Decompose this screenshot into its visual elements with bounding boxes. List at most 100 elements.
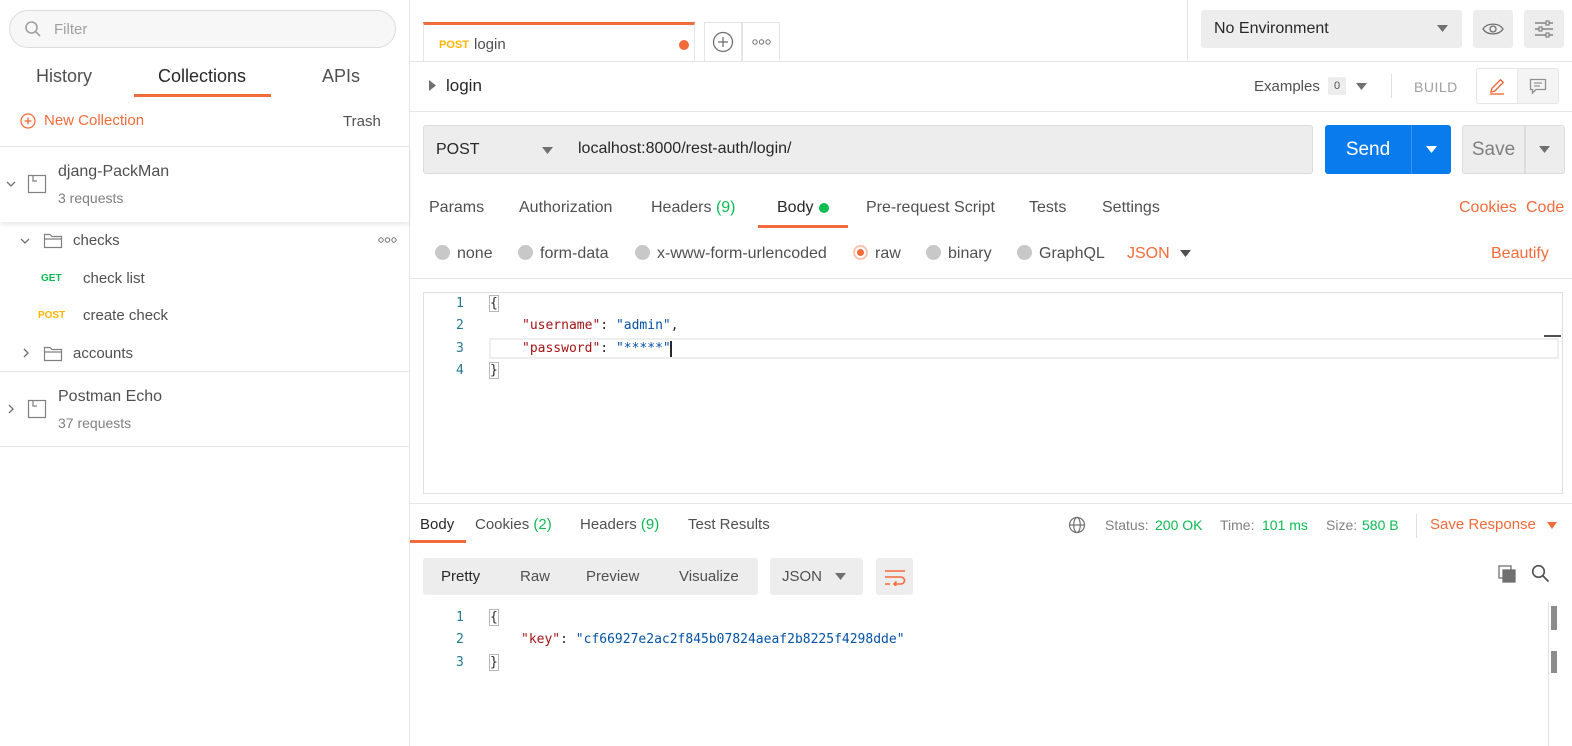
more-options-icon[interactable] — [378, 236, 397, 244]
tab-history[interactable]: History — [36, 66, 92, 87]
view-visualize[interactable]: Visualize — [679, 568, 739, 585]
chevron-down-icon[interactable] — [5, 178, 17, 190]
method-value: POST — [436, 141, 480, 158]
code-link[interactable]: Code — [1526, 199, 1564, 217]
body-indicator-dot — [819, 203, 829, 213]
send-button[interactable]: Send — [1325, 125, 1411, 174]
folder-checks[interactable]: checks — [0, 225, 409, 257]
collection-djang-packman[interactable]: djang-PackMan 3 requests — [0, 147, 409, 222]
divider — [410, 278, 1572, 279]
trash-link[interactable]: Trash — [343, 113, 381, 130]
json-key: "username" — [522, 318, 601, 333]
radio-graphql[interactable] — [1017, 245, 1032, 260]
time-label: Time: — [1220, 517, 1255, 533]
json-punct: , — [670, 318, 679, 333]
scrollbar-thumb[interactable] — [1551, 606, 1557, 630]
response-format-select[interactable]: JSON — [770, 558, 863, 595]
request-item-check-list[interactable]: GET check list — [0, 263, 409, 295]
response-tab-body[interactable]: Body — [420, 516, 454, 533]
beautify-link[interactable]: Beautify — [1491, 245, 1549, 263]
method-select[interactable]: POST — [423, 125, 567, 174]
manage-environments-button[interactable] — [1524, 10, 1564, 48]
tabbar-divider — [410, 61, 1572, 62]
filter-box[interactable] — [9, 10, 396, 48]
view-preview[interactable]: Preview — [586, 568, 639, 585]
build-mode-label[interactable]: BUILD — [1414, 79, 1458, 95]
line-number: 3 — [456, 341, 464, 356]
collection-name: Postman Echo — [58, 388, 163, 405]
json-key: "password" — [522, 341, 601, 356]
request-tab-login[interactable]: POST login — [423, 22, 695, 62]
body-format-select[interactable]: JSON — [1127, 245, 1170, 263]
tab-collections[interactable]: Collections — [158, 66, 246, 87]
tab-prerequest-script[interactable]: Pre-request Script — [866, 199, 995, 217]
method-badge: POST — [38, 310, 66, 321]
radio-binary[interactable] — [926, 245, 941, 260]
headers-count: (9) — [640, 516, 660, 533]
caret-right-icon[interactable] — [429, 80, 436, 91]
json-key: "key" — [521, 632, 561, 647]
code-line: { — [489, 295, 499, 312]
chevron-right-icon[interactable] — [5, 403, 17, 415]
tab-authorization[interactable]: Authorization — [519, 199, 612, 217]
url-bar[interactable] — [566, 125, 1313, 174]
radio-form-data[interactable] — [518, 245, 533, 260]
line-number: 2 — [456, 318, 464, 333]
radio-raw[interactable] — [853, 245, 868, 260]
request-name[interactable]: login — [446, 76, 482, 96]
examples-label[interactable]: Examples — [1254, 78, 1320, 95]
scrollbar-thumb[interactable] — [1551, 651, 1557, 673]
divider — [1187, 0, 1188, 61]
cookies-link[interactable]: Cookies — [1459, 199, 1517, 217]
new-tab-button[interactable] — [704, 22, 742, 62]
environment-quick-look-button[interactable] — [1473, 10, 1513, 48]
folder-accounts[interactable]: accounts — [0, 338, 409, 370]
text-cursor — [670, 341, 672, 357]
search-icon[interactable] — [1531, 564, 1550, 583]
save-options-button[interactable] — [1525, 125, 1565, 174]
tab-tests[interactable]: Tests — [1029, 199, 1066, 217]
sliders-icon — [1534, 20, 1554, 38]
environment-select[interactable]: No Environment — [1201, 10, 1462, 48]
radio-none[interactable] — [435, 245, 450, 260]
new-collection-label: New Collection — [44, 112, 145, 129]
copy-icon[interactable] — [1497, 564, 1517, 584]
caret-down-icon[interactable] — [1547, 522, 1557, 529]
tab-settings[interactable]: Settings — [1102, 199, 1160, 217]
radio-label-binary: binary — [948, 245, 992, 262]
view-pretty[interactable]: Pretty — [441, 568, 480, 585]
caret-down-icon[interactable] — [1180, 250, 1191, 257]
response-tab-cookies[interactable]: Cookies (2) — [475, 516, 552, 533]
tab-apis[interactable]: APIs — [322, 66, 360, 87]
edit-button[interactable] — [1476, 68, 1518, 104]
tab-options-button[interactable] — [742, 22, 780, 62]
tab-body[interactable]: Body — [777, 199, 813, 217]
tab-headers[interactable]: Headers (9) — [651, 199, 736, 217]
caret-down-icon[interactable] — [1356, 83, 1367, 90]
collection-postman-echo[interactable]: Postman Echo 37 requests — [0, 372, 409, 447]
globe-icon[interactable] — [1068, 516, 1086, 534]
response-tab-test-results[interactable]: Test Results — [688, 516, 770, 533]
format-value: JSON — [782, 568, 823, 585]
send-options-button[interactable] — [1411, 125, 1451, 174]
filter-input[interactable] — [54, 19, 374, 39]
line-number: 1 — [456, 296, 464, 311]
wrap-lines-button[interactable] — [876, 558, 913, 595]
response-tab-headers[interactable]: Headers (9) — [580, 516, 659, 533]
new-collection-button[interactable]: New Collection — [20, 112, 144, 129]
search-icon — [24, 20, 42, 38]
radio-x-www-form-urlencoded[interactable] — [635, 245, 650, 260]
view-raw[interactable]: Raw — [520, 568, 550, 585]
comments-button[interactable] — [1517, 68, 1559, 104]
tab-method: POST — [439, 39, 469, 51]
url-input[interactable] — [578, 140, 1278, 158]
chevron-right-icon[interactable] — [20, 347, 32, 359]
caret-down-icon — [1539, 146, 1550, 153]
tab-label: Cookies — [475, 516, 530, 533]
request-item-create-check[interactable]: POST create check — [0, 300, 409, 332]
save-button[interactable]: Save — [1462, 125, 1525, 174]
tab-params[interactable]: Params — [429, 199, 484, 217]
caret-down-icon — [835, 573, 846, 580]
save-response-button[interactable]: Save Response — [1430, 516, 1536, 533]
chevron-down-icon[interactable] — [19, 235, 31, 247]
